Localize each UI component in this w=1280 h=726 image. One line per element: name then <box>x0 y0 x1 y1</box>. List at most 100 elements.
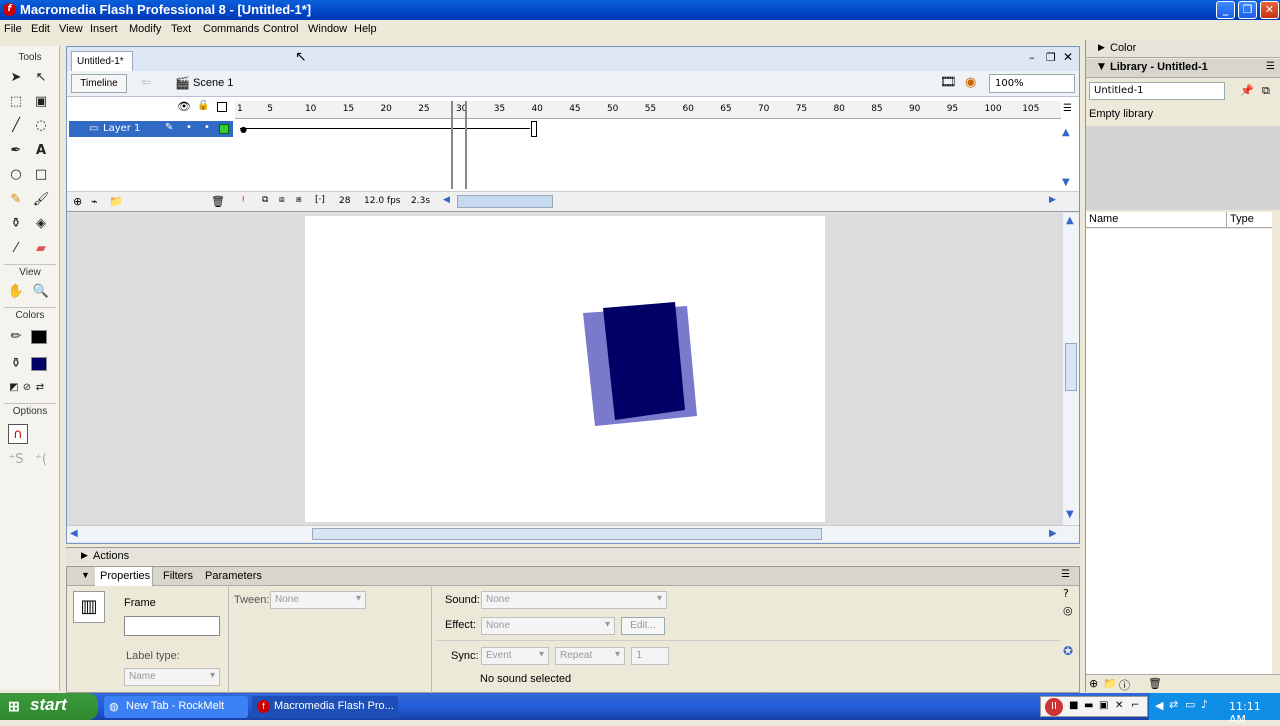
monitor-icon[interactable]: ▭ <box>1185 698 1195 711</box>
paint-bucket-tool-icon[interactable]: ◈ <box>31 214 51 234</box>
smooth-icon[interactable]: ⁺S <box>6 450 26 470</box>
help-icon[interactable]: ? <box>1063 587 1069 600</box>
eraser-tool-icon[interactable]: ▰ <box>31 239 51 259</box>
add-guide-layer-icon[interactable]: ⌁ <box>91 195 98 208</box>
library-panel-title[interactable]: Library - Untitled-1 <box>1110 61 1208 73</box>
brush-tool-icon[interactable]: 🖌 <box>31 190 51 210</box>
timeline-hscroll-thumb[interactable] <box>457 195 553 208</box>
back-arrow-icon[interactable]: ⇦ <box>141 75 151 89</box>
actions-title[interactable]: Actions <box>93 550 129 562</box>
fill-color-swatch[interactable] <box>31 357 47 371</box>
snap-magnet-icon[interactable]: ∩ <box>8 424 28 444</box>
hand-tool-icon[interactable]: ✋ <box>6 282 26 302</box>
stage[interactable] <box>305 216 825 522</box>
timeline-toggle-button[interactable]: Timeline <box>71 74 127 93</box>
layer-name[interactable]: Layer 1 <box>103 123 140 134</box>
timeline-vscroll-down-icon[interactable]: ▼ <box>1062 177 1070 188</box>
expand-arrow-icon[interactable]: ▶ <box>81 550 88 561</box>
sync-select[interactable]: Event <box>481 647 549 665</box>
zoom-select[interactable]: 100% <box>989 74 1075 93</box>
fill-color-icon[interactable]: ⚱ <box>6 354 26 374</box>
tab-filters[interactable]: Filters <box>163 570 193 582</box>
library-select[interactable]: Untitled-1 <box>1089 82 1225 100</box>
lock-dot-icon[interactable]: • <box>204 122 210 133</box>
context-help-icon[interactable]: ◎ <box>1063 604 1073 617</box>
edit-scene-icon[interactable]: 🎞 <box>940 75 957 90</box>
label-type-select[interactable]: Name <box>124 668 220 686</box>
selection-tool-icon[interactable]: ➤ <box>6 68 26 88</box>
swap-colors-icon[interactable]: ⇄ <box>30 378 50 398</box>
repeat-select[interactable]: Repeat <box>555 647 625 665</box>
onion-outline-icon[interactable]: ⧈ <box>279 195 285 205</box>
insert-folder-icon[interactable]: 📁 <box>109 195 123 208</box>
edit-multiple-frames-icon[interactable]: ⧆ <box>296 195 302 205</box>
menu-insert[interactable]: Insert <box>90 23 118 35</box>
oval-tool-icon[interactable]: ○ <box>6 165 26 185</box>
properties-icon[interactable]: ⓘ <box>1119 677 1130 693</box>
menu-file[interactable]: File <box>4 23 22 35</box>
collapse-arrow-icon[interactable]: ▼ <box>1098 62 1105 72</box>
menu-control[interactable]: Control <box>263 23 298 35</box>
hscroll-right-icon[interactable]: ▶ <box>1049 195 1056 205</box>
hscroll-left-icon[interactable]: ◀ <box>443 195 450 205</box>
frames-row[interactable]: ● <box>235 101 1061 189</box>
pen-tool-icon[interactable]: ✒ <box>6 141 26 161</box>
fill-transform-tool-icon[interactable]: ▣ <box>31 92 51 112</box>
stage-vscroll-thumb[interactable] <box>1065 343 1077 391</box>
close-recorder-icon[interactable]: ✕ <box>1115 700 1123 711</box>
collapse-arrow-icon[interactable]: ▼ <box>81 570 90 580</box>
col-type[interactable]: Type <box>1230 213 1254 225</box>
library-panel-header[interactable]: ▼ Library - Untitled-1 ☰ <box>1086 59 1280 78</box>
close-button[interactable]: ✕ <box>1260 1 1279 19</box>
doc-close-icon[interactable]: ✕ <box>1063 50 1073 64</box>
accessibility-icon[interactable]: ✪ <box>1063 644 1073 658</box>
center-frame-icon[interactable]: ⍿ <box>242 195 244 205</box>
subselection-tool-icon[interactable]: ↖ <box>31 68 51 88</box>
layer-row[interactable]: ▭ Layer 1 ✎ • • <box>69 121 233 137</box>
free-transform-tool-icon[interactable]: ⬚ <box>6 92 26 112</box>
stop-icon[interactable]: ■ <box>1069 700 1078 711</box>
onion-skin-icon[interactable]: ⧉ <box>262 195 268 205</box>
actions-panel-header[interactable]: ▶ Actions <box>66 547 1080 565</box>
color-panel-title[interactable]: Color <box>1110 42 1136 54</box>
rectangle-shape[interactable] <box>575 296 715 436</box>
edit-effect-button[interactable]: Edit... <box>621 617 665 635</box>
doc-restore-icon[interactable]: ❐ <box>1046 51 1056 64</box>
pause-icon[interactable]: II <box>1045 698 1063 716</box>
text-tool-icon[interactable]: A <box>31 141 51 161</box>
stage-hscroll-thumb[interactable] <box>312 528 822 540</box>
minimize-recorder-icon[interactable]: ⌐ <box>1131 700 1139 711</box>
expand-arrow-icon[interactable]: ▶ <box>1098 43 1105 53</box>
speaker-icon[interactable]: ♪ <box>1201 698 1208 711</box>
library-list[interactable] <box>1086 229 1272 674</box>
tab-parameters[interactable]: Parameters <box>205 570 262 582</box>
new-folder-icon[interactable]: 📁 <box>1103 677 1117 690</box>
menu-window[interactable]: Window <box>308 23 347 35</box>
menu-help[interactable]: Help <box>354 23 377 35</box>
maximize-button[interactable]: ❐ <box>1238 1 1257 19</box>
menu-text[interactable]: Text <box>171 23 191 35</box>
color-panel-header[interactable]: ▶ Color <box>1086 40 1280 58</box>
new-symbol-icon[interactable]: ⊕ <box>1089 677 1098 690</box>
document-tab[interactable]: Untitled-1* <box>71 51 133 71</box>
stage-scroll-left-icon[interactable]: ◀ <box>70 528 78 539</box>
stage-scroll-right-icon[interactable]: ▶ <box>1049 528 1057 539</box>
eyedropper-tool-icon[interactable]: ⁄ <box>6 239 26 259</box>
tray-expand-icon[interactable]: ◀ <box>1155 699 1163 712</box>
stage-hscroll[interactable]: ◀ ▶ <box>67 525 1079 542</box>
pencil-tool-icon[interactable]: ✎ <box>6 190 26 210</box>
visible-dot-icon[interactable]: • <box>186 122 192 133</box>
stroke-color-swatch[interactable] <box>31 330 47 344</box>
outline-icon[interactable] <box>217 102 227 112</box>
delete-icon[interactable]: 🗑 <box>1148 677 1162 690</box>
edit-symbols-icon[interactable]: ◉ <box>965 75 976 90</box>
start-button[interactable]: ⊞ start <box>0 693 98 720</box>
taskbar-item-rockmelt[interactable]: ◍ New Tab - RockMelt <box>104 696 248 718</box>
straighten-icon[interactable]: ⁺( <box>31 450 51 470</box>
layer-outline-color[interactable] <box>219 124 229 134</box>
network-icon[interactable]: ⇄ <box>1169 698 1178 711</box>
scene-label[interactable]: Scene 1 <box>193 77 233 89</box>
tween-select[interactable]: None <box>270 591 366 609</box>
properties-menu-icon[interactable]: ☰ <box>1061 569 1070 580</box>
modify-onion-markers-icon[interactable]: [·] <box>315 195 325 205</box>
